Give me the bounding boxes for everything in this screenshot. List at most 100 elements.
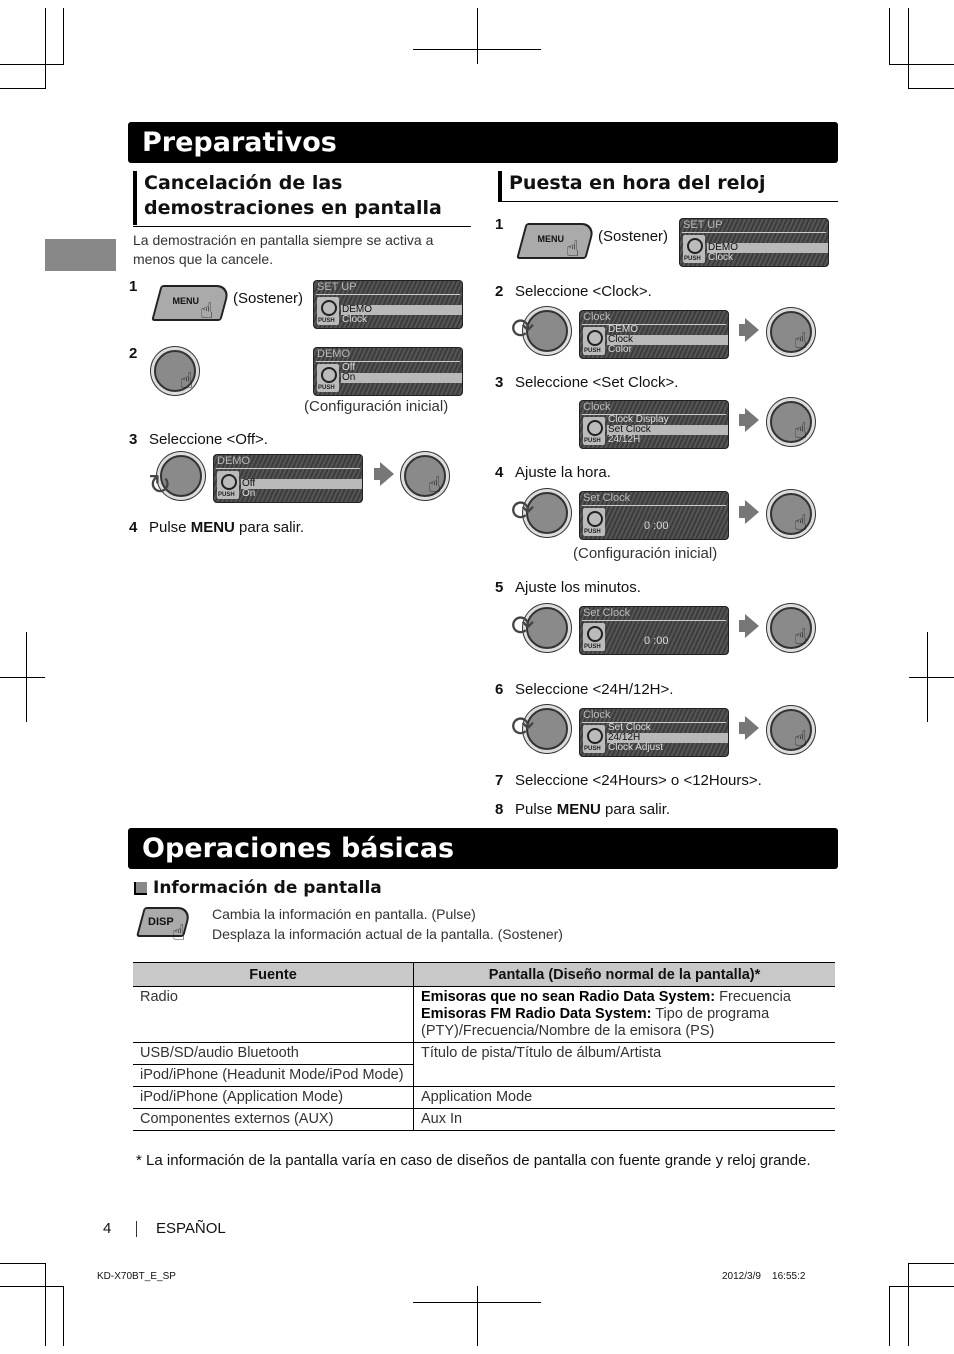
step-text: Seleccione <24Hours> o <12Hours>.	[515, 772, 762, 789]
caption: (Configuración inicial)	[304, 398, 449, 415]
step-number: 2	[495, 283, 504, 300]
step-text: Seleccione <Set Clock>.	[515, 374, 679, 391]
rotate-arrow-icon: ⟳	[511, 313, 535, 344]
column-header: Pantalla (Diseño normal de la pantalla)*	[413, 962, 835, 987]
section-banner-operaciones: Operaciones básicas	[128, 828, 838, 869]
push-rotate-icon: PUSH	[583, 725, 605, 753]
heading-puesta-hora: Puesta en hora del reloj	[498, 171, 766, 201]
push-rotate-icon: PUSH	[683, 235, 705, 263]
lcd-row: Clock Adjust	[608, 742, 664, 753]
lcd-row: 24/12H	[608, 434, 641, 445]
hand-press-icon: ☝	[428, 472, 442, 497]
crop-mark	[908, 88, 954, 89]
lcd-title: SET UP	[317, 281, 357, 293]
table-cell: USB/SD/audio Bluetooth	[133, 1042, 414, 1065]
lcd-title: DEMO	[217, 455, 250, 467]
hand-press-icon: ☝	[794, 418, 808, 443]
step-text: Seleccione <Clock>.	[515, 283, 652, 300]
clock-time-readout: 0 :00	[644, 635, 669, 647]
hand-press-icon: ☝	[566, 236, 580, 261]
menu-button[interactable]: MENU	[151, 285, 231, 321]
file-id: KD-X70BT_E_SP	[97, 1271, 176, 1282]
rotate-arrow-icon: ⟳	[511, 711, 535, 742]
push-rotate-icon: PUSH	[583, 508, 605, 536]
table-row: USB/SD/audio Bluetooth Título de pista/T…	[133, 1042, 835, 1087]
crop-mark	[889, 1286, 890, 1346]
next-arrow-icon	[374, 462, 394, 486]
step-number: 3	[495, 374, 504, 391]
square-bullet-icon	[134, 882, 147, 895]
crop-mark	[908, 1263, 909, 1346]
lcd-display: DEMO PUSH Off On	[213, 454, 363, 503]
crop-mark	[889, 1286, 954, 1287]
step-text: Ajuste los minutos.	[515, 579, 641, 596]
step-number: 6	[495, 681, 504, 698]
lcd-display: Clock PUSH Clock Display Set Clock 24/12…	[579, 400, 729, 449]
crop-mark	[0, 64, 64, 65]
lcd-row: On	[341, 373, 462, 383]
hand-press-icon: ☝	[200, 298, 214, 323]
lcd-row: On	[242, 488, 256, 499]
footnote: * La información de la pantalla varía en…	[136, 1152, 811, 1169]
hand-press-icon: ☝	[794, 624, 808, 649]
lcd-display: Set Clock PUSH 0 :00	[579, 491, 729, 540]
table-cell: Emisoras que no sean Radio Data System: …	[413, 986, 835, 1043]
crop-mark	[0, 88, 46, 89]
step-text: Pulse MENU para salir.	[149, 519, 305, 536]
crop-mark	[63, 1286, 64, 1346]
rotate-arrow-icon: ⟳	[511, 495, 535, 526]
section-banner-preparativos: Preparativos	[128, 122, 838, 163]
table-cell: Aux In	[413, 1108, 835, 1131]
step-number: 7	[495, 772, 504, 789]
push-rotate-icon: PUSH	[583, 327, 605, 355]
crop-mark	[477, 1286, 478, 1346]
table-cell: Título de pista/Título de álbum/Artista	[413, 1042, 835, 1087]
push-rotate-icon: PUSH	[583, 623, 605, 651]
crop-mark	[908, 1263, 954, 1264]
lcd-title: Clock	[583, 709, 611, 721]
footer-divider	[136, 1221, 137, 1237]
lcd-title: Clock	[583, 311, 611, 323]
lcd-display: Clock PUSH Set Clock 24/12H Clock Adjust	[579, 708, 729, 757]
table-row: iPod/iPhone (Application Mode) Applicati…	[133, 1086, 835, 1109]
intro-text: menos que la cancele.	[133, 251, 274, 267]
step-text: Seleccione <24H/12H>.	[515, 681, 674, 698]
disp-description: Desplaza la información actual de la pan…	[212, 926, 563, 942]
crop-mark	[45, 1263, 46, 1346]
table-cell: iPod/iPhone (Application Mode)	[133, 1086, 414, 1109]
rotate-arrow-icon: ⟳	[511, 610, 535, 641]
menu-button[interactable]: MENU	[516, 223, 596, 259]
lcd-row: Off	[241, 479, 362, 489]
lcd-title: SET UP	[683, 219, 723, 231]
crop-mark	[909, 677, 954, 678]
crop-mark	[0, 1286, 64, 1287]
crop-mark	[889, 64, 954, 65]
next-arrow-icon	[739, 500, 759, 524]
caption: (Configuración inicial)	[573, 545, 718, 562]
timestamp: 2012/3/9 16:55:2	[722, 1271, 806, 1282]
step-number: 2	[129, 345, 138, 362]
hand-press-icon: ☝	[794, 510, 808, 535]
side-tab	[45, 239, 116, 271]
column-header: Fuente	[133, 962, 414, 987]
lcd-display: SET UP PUSH DEMO Clock	[313, 280, 463, 329]
clock-time-readout: 0 :00	[644, 520, 669, 532]
lcd-row: Clock	[342, 314, 368, 325]
push-rotate-icon: PUSH	[317, 364, 339, 392]
step-number: 4	[129, 519, 138, 536]
disp-description: Cambia la información en pantalla. (Puls…	[212, 906, 476, 922]
hand-press-icon: ☝	[172, 920, 186, 945]
subheading-informacion: Información de pantalla	[153, 878, 382, 898]
table-row: Componentes externos (AUX) Aux In	[133, 1108, 835, 1131]
heading-line: demostraciones en pantalla	[144, 197, 442, 219]
step-text: Pulse MENU para salir.	[515, 801, 671, 818]
heading-cancelacion: Cancelación de las demostraciones en pan…	[133, 171, 442, 225]
crop-mark	[0, 677, 45, 678]
disp-button-label: DISP	[148, 916, 174, 928]
hand-press-icon: ☝	[794, 328, 808, 353]
next-arrow-icon	[739, 318, 759, 342]
crop-mark	[413, 49, 541, 50]
push-rotate-icon: PUSH	[217, 471, 239, 499]
lcd-display: Set Clock PUSH 0 :00	[579, 606, 729, 655]
crop-mark	[477, 8, 478, 64]
